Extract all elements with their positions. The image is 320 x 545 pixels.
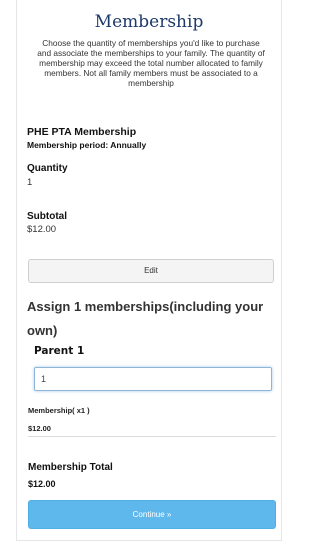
product-name: PHE PTA Membership [27,126,137,138]
total-value: $12.00 [28,479,56,489]
quantity-label: Quantity [27,163,68,174]
line-item-price: $12.00 [28,424,51,433]
membership-period: Membership period: Annually [27,140,147,150]
continue-button[interactable]: Continue » [28,500,276,529]
edit-button[interactable]: Edit [28,259,274,283]
member-input-parent-1[interactable] [34,367,272,391]
subtotal-value: $12.00 [27,224,57,235]
divider [28,436,276,437]
assign-heading: Assign 1 memberships(including your own) [27,299,264,338]
intro-text: Choose the quantity of memberships you'd… [37,38,265,88]
member-label-parent-1: Parent 1 [34,345,85,357]
line-item-label: Membership( x1 ) [28,406,90,415]
page-title: Membership [94,12,204,32]
quantity-value: 1 [27,177,33,188]
subtotal-label: Subtotal [27,211,67,222]
membership-card: Membership Choose the quantity of member… [16,0,282,541]
total-label: Membership Total [28,462,113,473]
